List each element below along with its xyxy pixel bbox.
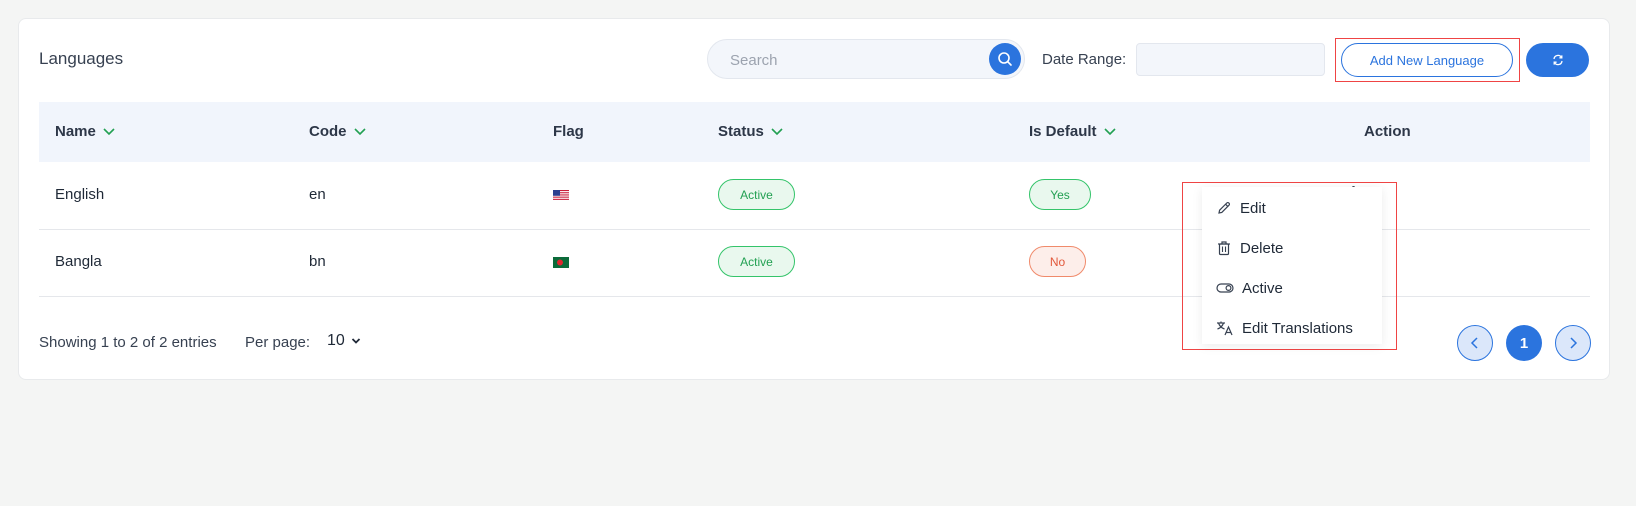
chevron-right-icon [1570, 337, 1578, 349]
chevron-down-icon [103, 127, 115, 135]
pagination-prev-button[interactable] [1457, 325, 1493, 361]
default-badge: No [1029, 246, 1086, 277]
column-header-flag: Flag [553, 123, 584, 140]
menu-item-edit-translations[interactable]: Edit Translations [1216, 316, 1353, 340]
status-badge: Active [718, 179, 795, 210]
chevron-down-icon [353, 127, 366, 135]
pagination-next-button[interactable] [1555, 325, 1591, 361]
translate-icon [1217, 321, 1233, 336]
language-name: English [55, 186, 105, 203]
chevron-down-icon [351, 338, 360, 344]
pagination-page-button[interactable]: 1 [1506, 325, 1542, 361]
per-page-label: Per page: [245, 334, 311, 351]
column-header-name[interactable]: Name [55, 123, 116, 140]
pencil-icon [1218, 201, 1231, 214]
column-header-code[interactable]: Code [309, 123, 367, 140]
column-header-label: Code [309, 123, 347, 140]
add-new-language-button[interactable]: Add New Language [1341, 43, 1513, 77]
toggle-icon [1216, 283, 1234, 293]
menu-item-active[interactable]: Active [1216, 276, 1283, 300]
action-menu: Edit Delete Active Edit Translations [1202, 187, 1382, 344]
chevron-down-icon [771, 127, 783, 135]
column-header-label: Name [55, 123, 96, 140]
date-range-input[interactable] [1136, 43, 1325, 76]
language-code: bn [309, 253, 326, 270]
search-input[interactable] [728, 49, 972, 71]
column-header-label: Is Default [1029, 123, 1097, 140]
chevron-down-icon [1103, 127, 1116, 135]
menu-item-label: Delete [1240, 239, 1284, 257]
column-header-label: Action [1364, 123, 1411, 140]
status-badge: Active [718, 246, 795, 277]
page-title: Languages [39, 49, 124, 68]
trash-icon [1218, 241, 1230, 256]
menu-item-delete[interactable]: Delete [1216, 236, 1283, 260]
menu-item-label: Edit [1240, 199, 1266, 217]
column-header-status[interactable]: Status [718, 123, 784, 140]
entries-info: Showing 1 to 2 of 2 entries [39, 334, 217, 351]
search-icon [998, 52, 1012, 66]
chevron-left-icon [1470, 337, 1478, 349]
column-header-is-default[interactable]: Is Default [1029, 123, 1117, 140]
bd-flag-icon [553, 257, 569, 268]
search-box [707, 39, 1025, 79]
language-name: Bangla [55, 253, 102, 270]
search-button[interactable] [989, 43, 1021, 75]
refresh-button[interactable] [1526, 43, 1589, 77]
per-page-value: 10 [327, 332, 345, 349]
table-header: Name Code Flag Status Is Default Action [39, 102, 1590, 162]
per-page-select[interactable]: 10 [327, 332, 361, 350]
refresh-icon [1552, 54, 1563, 66]
us-flag-icon [553, 190, 569, 201]
menu-item-label: Active [1242, 279, 1283, 297]
menu-item-label: Edit Translations [1242, 319, 1353, 337]
column-header-action: Action [1364, 123, 1411, 140]
date-range-label: Date Range: [1042, 51, 1127, 68]
column-header-label: Status [718, 123, 764, 140]
default-badge: Yes [1029, 179, 1091, 210]
column-header-label: Flag [553, 123, 584, 140]
menu-item-edit[interactable]: Edit [1216, 196, 1266, 220]
language-code: en [309, 186, 326, 203]
